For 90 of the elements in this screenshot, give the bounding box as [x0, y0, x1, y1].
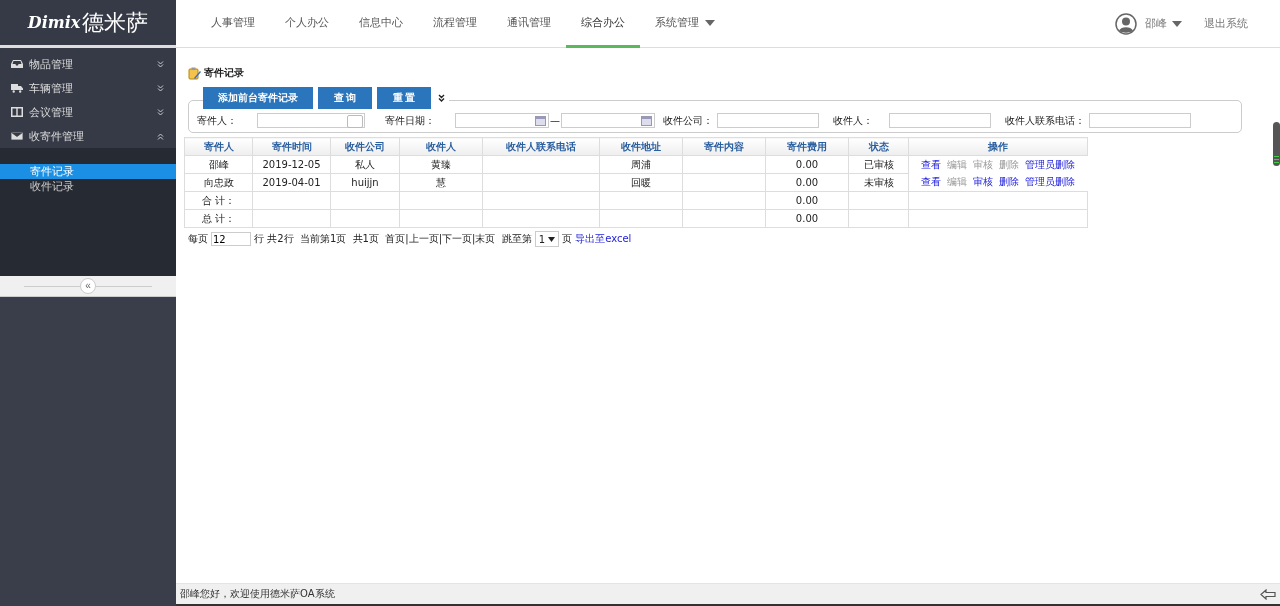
- calendar-icon[interactable]: [641, 115, 652, 126]
- table-cell: 邵峰: [184, 155, 253, 174]
- menu-icon: [11, 131, 23, 141]
- table-cell: 已审核: [848, 155, 909, 174]
- range-separator: —: [550, 115, 560, 126]
- date-field[interactable]: [455, 113, 549, 128]
- notepad-icon: [188, 66, 201, 80]
- table-cell: 0.00: [765, 209, 849, 228]
- action-link[interactable]: 管理员删除: [1025, 157, 1076, 172]
- arrow-icon[interactable]: [1260, 588, 1276, 600]
- nav-tab[interactable]: 信息中心: [344, 0, 418, 48]
- calendar-icon[interactable]: [535, 115, 546, 126]
- nav-tab[interactable]: 个人办公: [270, 0, 344, 48]
- sidebar-item[interactable]: 车辆管理: [0, 76, 176, 100]
- logout-link[interactable]: 退出系统: [1204, 16, 1248, 31]
- nav-tab[interactable]: 人事管理: [196, 0, 270, 48]
- scrollbar-thumb[interactable]: [1273, 122, 1280, 166]
- collapse-button[interactable]: «: [80, 278, 96, 294]
- table-cell: 总 计：: [184, 209, 253, 228]
- action-link[interactable]: 查看: [921, 157, 942, 172]
- table-cell: 慧: [399, 173, 483, 192]
- per-page-field[interactable]: 12: [211, 232, 251, 246]
- table-cell: 2019-04-01: [252, 173, 331, 192]
- table-cell: 2019-12-05: [252, 155, 331, 174]
- table-cell: 0.00: [765, 173, 849, 192]
- filter-label: 寄件日期：: [385, 113, 436, 128]
- action-link: 编辑: [947, 175, 968, 189]
- sidebar-item[interactable]: 会议管理: [0, 100, 176, 124]
- action-link[interactable]: 查看: [921, 175, 942, 189]
- nav-tab[interactable]: 流程管理: [418, 0, 492, 48]
- column-header: 状态: [848, 137, 909, 156]
- table-cell: 向忠政: [184, 173, 253, 192]
- filter-label: 寄件人：: [197, 113, 238, 128]
- input-field[interactable]: [717, 113, 819, 128]
- page-select[interactable]: 1: [534, 231, 560, 247]
- action-link: 审核: [973, 157, 994, 172]
- action-button[interactable]: 重 置: [377, 87, 431, 109]
- action-link[interactable]: 审核: [973, 175, 994, 189]
- sidebar-item[interactable]: 物品管理: [0, 52, 176, 76]
- table-cell: 私人: [330, 155, 400, 174]
- user-menu[interactable]: 邵峰: [1145, 16, 1182, 31]
- export-link[interactable]: 导出至excel: [575, 232, 632, 246]
- menu-icon: [11, 107, 23, 117]
- date-field[interactable]: [561, 113, 655, 128]
- nav-tab[interactable]: 综合办公: [566, 0, 640, 48]
- column-header: 收件人: [399, 137, 483, 156]
- input-field[interactable]: [889, 113, 991, 128]
- filter-label: 收件人：: [833, 113, 874, 128]
- action-link[interactable]: 删除: [999, 175, 1020, 189]
- submenu-item[interactable]: 收件记录: [0, 179, 176, 194]
- column-header: 收件人联系电话: [482, 137, 600, 156]
- table-cell: 黄臻: [399, 155, 483, 174]
- action-link: 删除: [999, 157, 1020, 172]
- column-header: 寄件内容: [682, 137, 766, 156]
- nav-tab[interactable]: 系统管理: [640, 0, 730, 48]
- caret-icon: [1172, 20, 1182, 27]
- column-header: 寄件费用: [765, 137, 849, 156]
- table-cell: 回暖: [599, 173, 683, 192]
- column-header: 寄件人: [184, 137, 253, 156]
- pager-label: 每页: [188, 232, 208, 246]
- table-cell: 合 计：: [184, 191, 253, 210]
- menu-icon: [11, 83, 23, 93]
- pager-label: 页: [562, 232, 573, 246]
- table-cell: 未审核: [848, 173, 909, 192]
- filter-label: 收件公司：: [663, 113, 713, 128]
- caret-icon: [548, 236, 556, 242]
- table-cell: 0.00: [765, 155, 849, 174]
- expand-icon[interactable]: [438, 94, 445, 102]
- menu-icon: [11, 59, 23, 69]
- column-header: 寄件时间: [252, 137, 331, 156]
- action-button[interactable]: 查 询: [318, 87, 372, 109]
- avatar-icon: [1115, 12, 1137, 35]
- column-header: 收件地址: [599, 137, 683, 156]
- table-cell: 周浦: [599, 155, 683, 174]
- action-button[interactable]: 添加前台寄件记录: [203, 87, 313, 109]
- column-header: 收件公司: [330, 137, 400, 156]
- column-header: 操作: [908, 137, 1088, 156]
- pager-info: 行 共2行 当前第1页 共1页 首页|上一页|下一页|末页 跳至第: [254, 232, 532, 246]
- input-field[interactable]: [1089, 113, 1191, 128]
- table-cell: huijjn: [330, 173, 400, 192]
- action-link: 编辑: [947, 157, 968, 172]
- nav-tab[interactable]: 通讯管理: [492, 0, 566, 48]
- logo: Dimix德米萨: [0, 0, 176, 47]
- table-cell: 0.00: [765, 191, 849, 210]
- status-text: 邵峰您好，欢迎使用德米萨OA系统: [180, 587, 335, 601]
- page-title: 寄件记录: [204, 66, 244, 80]
- filter-label: 收件人联系电话：: [1005, 113, 1085, 128]
- sidebar-item[interactable]: 收寄件管理: [0, 124, 176, 148]
- action-link[interactable]: 管理员删除: [1025, 175, 1076, 189]
- picker-field[interactable]: [257, 113, 365, 128]
